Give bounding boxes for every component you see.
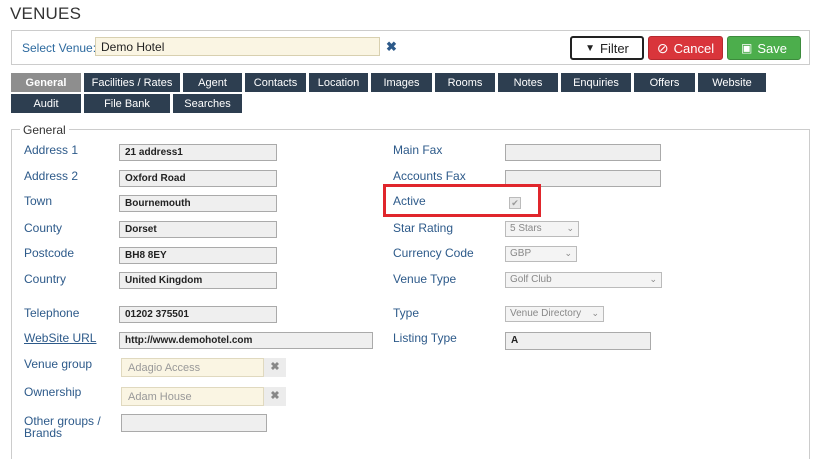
- select-venue-label: Select Venue:: [22, 41, 97, 55]
- tab-agent[interactable]: Agent: [183, 73, 242, 92]
- venue-select-input[interactable]: Demo Hotel: [95, 37, 380, 56]
- clear-ownership-icon[interactable]: ✖: [264, 387, 286, 406]
- chevron-down-icon: ⌄: [591, 308, 599, 318]
- star-rating-select[interactable]: 5 Stars ⌄: [505, 221, 579, 237]
- tab-searches[interactable]: Searches: [173, 94, 242, 113]
- address2-label: Address 2: [24, 169, 79, 183]
- venue-type-label: Venue Type: [393, 272, 457, 286]
- tab-file-bank[interactable]: File Bank: [84, 94, 170, 113]
- active-label: Active: [393, 194, 426, 208]
- save-button[interactable]: ▣ Save: [727, 36, 801, 60]
- tab-facilities-rates[interactable]: Facilities / Rates: [84, 73, 180, 92]
- venue-group-field[interactable]: Adagio Access: [121, 358, 264, 377]
- filter-button-label: Filter: [600, 40, 629, 56]
- tab-enquiries[interactable]: Enquiries: [561, 73, 631, 92]
- venue-type-value: Golf Club: [510, 274, 552, 285]
- chevron-down-icon: ⌄: [566, 223, 574, 233]
- venue-select-bar: Select Venue: Demo Hotel ✖ ▼ Filter ⊘ Ca…: [11, 30, 810, 65]
- accounts-fax-label: Accounts Fax: [393, 169, 466, 183]
- county-label: County: [24, 221, 63, 235]
- general-legend: General: [20, 123, 69, 137]
- clear-venue-icon[interactable]: ✖: [386, 39, 397, 55]
- town-label: Town: [24, 194, 53, 208]
- address2-field[interactable]: Oxford Road: [119, 170, 277, 187]
- tab-location[interactable]: Location: [309, 73, 368, 92]
- ownership-field[interactable]: Adam House: [121, 387, 264, 406]
- address1-label: Address 1: [24, 143, 79, 157]
- tab-notes[interactable]: Notes: [498, 73, 558, 92]
- listing-type-label: Listing Type: [393, 331, 457, 345]
- other-groups-label-line2: Brands: [24, 426, 63, 440]
- type-select[interactable]: Venue Directory ⌄: [505, 306, 604, 322]
- country-label: Country: [24, 272, 67, 286]
- tab-offers[interactable]: Offers: [634, 73, 695, 92]
- filter-icon: ▼: [585, 42, 595, 54]
- telephone-field[interactable]: 01202 375501: [119, 306, 277, 323]
- floppy-disk-icon: ▣: [741, 41, 753, 55]
- cancel-button[interactable]: ⊘ Cancel: [648, 36, 723, 60]
- venue-group-label: Venue group: [24, 357, 93, 371]
- listing-type-field[interactable]: A: [505, 332, 651, 350]
- tab-contacts[interactable]: Contacts: [245, 73, 306, 92]
- currency-code-label: Currency Code: [393, 246, 474, 260]
- currency-code-value: GBP: [510, 248, 532, 259]
- cancel-button-label: Cancel: [673, 40, 715, 56]
- website-url-link[interactable]: WebSite URL: [24, 331, 96, 345]
- type-label: Type: [393, 306, 420, 320]
- currency-code-select[interactable]: GBP ⌄: [505, 246, 577, 262]
- venue-type-select[interactable]: Golf Club ⌄: [505, 272, 662, 288]
- town-field[interactable]: Bournemouth: [119, 195, 277, 212]
- tab-audit[interactable]: Audit: [11, 94, 81, 113]
- filter-button[interactable]: ▼ Filter: [570, 36, 644, 60]
- ban-icon: ⊘: [656, 39, 669, 56]
- star-rating-label: Star Rating: [393, 221, 454, 235]
- postcode-field[interactable]: BH8 8EY: [119, 247, 277, 264]
- tab-rooms[interactable]: Rooms: [435, 73, 495, 92]
- tab-website[interactable]: Website: [698, 73, 766, 92]
- save-button-label: Save: [757, 40, 787, 56]
- tab-images[interactable]: Images: [371, 73, 432, 92]
- postcode-label: Postcode: [24, 246, 75, 260]
- country-field[interactable]: United Kingdom: [119, 272, 277, 289]
- page-title: VENUES: [10, 4, 82, 23]
- chevron-down-icon: ⌄: [564, 248, 572, 258]
- star-rating-value: 5 Stars: [510, 223, 542, 234]
- website-url-field[interactable]: http://www.demohotel.com: [119, 332, 373, 349]
- chevron-down-icon: ⌄: [649, 274, 657, 284]
- main-fax-field[interactable]: [505, 144, 661, 161]
- other-groups-field[interactable]: [121, 414, 267, 432]
- ownership-label: Ownership: [24, 385, 82, 399]
- county-field[interactable]: Dorset: [119, 221, 277, 238]
- address1-field[interactable]: 21 address1: [119, 144, 277, 161]
- telephone-label: Telephone: [24, 306, 80, 320]
- tab-general[interactable]: General: [11, 73, 81, 92]
- type-value: Venue Directory: [510, 308, 582, 319]
- clear-venue-group-icon[interactable]: ✖: [264, 358, 286, 377]
- active-checkbox[interactable]: ✔: [509, 197, 521, 209]
- main-fax-label: Main Fax: [393, 143, 443, 157]
